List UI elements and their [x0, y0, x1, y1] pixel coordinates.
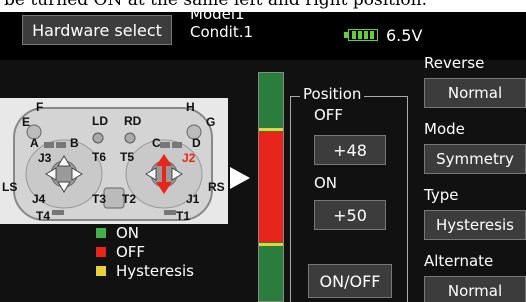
transmitter-screen: Hardware select Model1 Condit.1 6.5V F H… — [0, 12, 526, 302]
condition-name: Condit.1 — [190, 23, 254, 41]
meter-hysteresis-line-upper — [259, 128, 283, 131]
switch-label-b: B — [70, 136, 79, 150]
legend-off-swatch — [96, 247, 106, 257]
battery-voltage: 6.5V — [386, 26, 423, 45]
on-off-button[interactable]: ON/OFF — [308, 264, 392, 298]
legend-on-label: ON — [116, 224, 140, 242]
switch-label-a: A — [30, 136, 39, 150]
trim-label-t3: T3 — [92, 192, 107, 206]
on-label: ON — [314, 174, 338, 192]
alternate-label: Alternate — [424, 252, 494, 270]
switch-label-g: G — [206, 115, 216, 129]
switch-label-c: C — [152, 136, 161, 150]
meter-off-zone — [259, 132, 283, 242]
position-title: Position — [300, 85, 365, 103]
on-value-button[interactable]: +50 — [314, 200, 386, 230]
trim-label-t4: T4 — [36, 209, 51, 223]
trim-label-t2: T2 — [122, 192, 137, 206]
type-button[interactable]: Hysteresis — [424, 210, 526, 240]
legend-hysteresis-swatch — [96, 266, 106, 276]
mode-label: Mode — [424, 120, 465, 138]
hardware-select-button[interactable]: Hardware select — [22, 15, 172, 45]
switch-label-f: F — [36, 100, 44, 114]
alternate-button[interactable]: Normal — [424, 276, 526, 302]
switch-label-d: D — [192, 136, 201, 150]
stick-label-j1: J1 — [186, 192, 200, 206]
legend-hysteresis-label: Hysteresis — [116, 262, 194, 280]
caption-text: be turned ON at the same left and right … — [4, 0, 427, 10]
legend-on-swatch — [96, 228, 106, 238]
knob-label-ld: LD — [92, 114, 108, 128]
stick-label-j3: J3 — [38, 151, 52, 165]
trim-label-t5: T5 — [120, 150, 135, 164]
knob-label-rd: RD — [124, 114, 142, 128]
switch-label-e: E — [22, 115, 31, 129]
stick-label-j2: J2 — [182, 151, 196, 165]
battery-icon — [344, 29, 380, 43]
switch-label-h: H — [186, 100, 195, 114]
reverse-button[interactable]: Normal — [424, 78, 526, 108]
model-name: Model1 — [190, 12, 245, 23]
stick-label-j4: J4 — [32, 192, 46, 206]
position-meter — [258, 72, 284, 302]
transmitter-illustration: F H E G LD RD A B C D J3 J2 T6 T5 LS RS … — [0, 98, 228, 224]
trim-label-t6: T6 — [92, 150, 107, 164]
trim-label-t1: T1 — [176, 209, 191, 223]
reverse-label: Reverse — [424, 54, 485, 72]
off-value-button[interactable]: +48 — [314, 135, 386, 165]
lever-label-ls: LS — [2, 180, 18, 194]
document-caption-fragment: be turned ON at the same left and right … — [0, 0, 526, 12]
legend-off-label: OFF — [116, 243, 146, 261]
lever-label-rs: RS — [208, 180, 225, 194]
type-label: Type — [424, 186, 459, 204]
off-label: OFF — [314, 106, 344, 124]
mode-button[interactable]: Symmetry — [424, 144, 526, 174]
pointer-arrow-icon — [230, 167, 250, 189]
meter-hysteresis-line-lower — [259, 243, 283, 246]
